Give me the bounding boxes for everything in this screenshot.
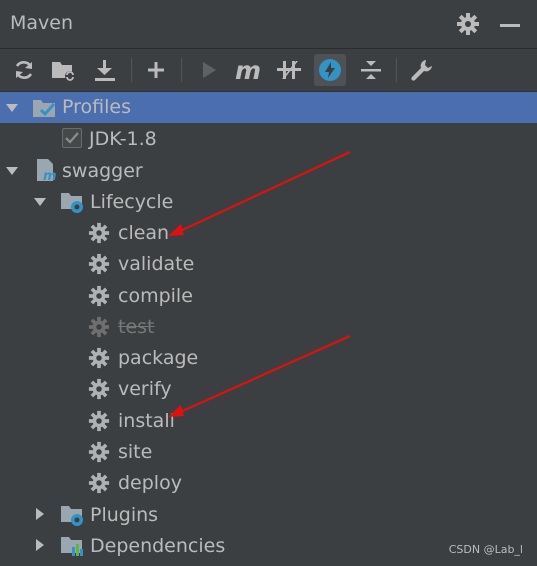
annotation-arrow-clean [168, 151, 351, 236]
annotation-arrow-install [168, 334, 351, 417]
annotation-arrows [168, 151, 351, 417]
watermark: CSDN @Lab_l [448, 543, 523, 556]
